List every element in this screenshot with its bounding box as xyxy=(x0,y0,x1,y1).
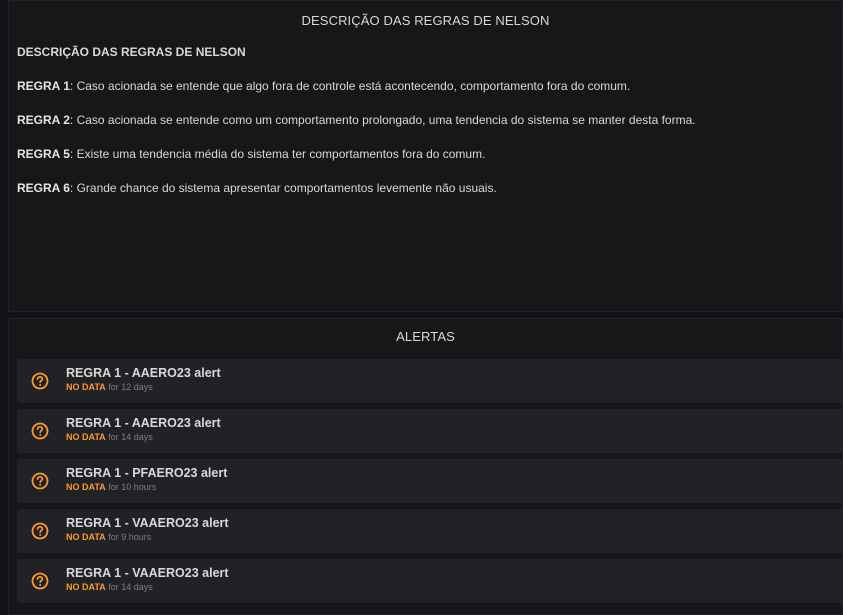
rule-line: REGRA 6: Grande chance do sistema aprese… xyxy=(17,181,842,195)
question-circle-icon xyxy=(31,422,49,440)
alert-item[interactable]: REGRA 1 - VAAERO23 alert NO DATA for 9 h… xyxy=(17,509,843,553)
alert-state: NO DATA for 14 days xyxy=(66,581,229,593)
rule-label: REGRA 5 xyxy=(17,147,70,161)
alert-body: REGRA 1 - AAERO23 alert NO DATA for 14 d… xyxy=(66,415,221,443)
rule-text: : Caso acionada se entende como um compo… xyxy=(69,113,696,127)
alert-name[interactable]: REGRA 1 - VAAERO23 alert xyxy=(66,565,229,581)
alert-state: NO DATA for 12 days xyxy=(66,381,221,393)
alert-list-panel: ALERTAS REGRA 1 - AAERO23 alert NO DATA … xyxy=(8,318,843,615)
alert-state-label: NO DATA xyxy=(66,582,106,592)
alert-name[interactable]: REGRA 1 - PFAERO23 alert xyxy=(66,465,227,481)
alert-body: REGRA 1 - AAERO23 alert NO DATA for 12 d… xyxy=(66,365,221,393)
alert-duration: for 9 hours xyxy=(108,532,152,542)
rule-label: REGRA 6 xyxy=(17,181,70,195)
rule-line: REGRA 5: Existe uma tendencia média do s… xyxy=(17,147,842,161)
alert-body: REGRA 1 - VAAERO23 alert NO DATA for 14 … xyxy=(66,565,229,593)
alert-body: REGRA 1 - PFAERO23 alert NO DATA for 10 … xyxy=(66,465,227,493)
question-circle-icon xyxy=(31,572,49,590)
alert-duration: for 14 days xyxy=(108,582,153,592)
question-circle-icon xyxy=(31,472,49,490)
alert-duration: for 10 hours xyxy=(108,482,157,492)
rule-label: REGRA 1 xyxy=(17,79,70,93)
alert-state-label: NO DATA xyxy=(66,482,106,492)
rule-text: : Caso acionada se entende que algo fora… xyxy=(69,79,631,93)
alert-state: NO DATA for 10 hours xyxy=(66,481,227,493)
alert-item[interactable]: REGRA 1 - PFAERO23 alert NO DATA for 10 … xyxy=(17,459,843,503)
alert-item[interactable]: REGRA 1 - VAAERO23 alert NO DATA for 14 … xyxy=(17,559,843,603)
alert-state-label: NO DATA xyxy=(66,532,106,542)
alert-duration: for 12 days xyxy=(108,382,153,392)
question-circle-icon xyxy=(31,372,49,390)
alert-name[interactable]: REGRA 1 - AAERO23 alert xyxy=(66,365,221,381)
question-circle-icon xyxy=(31,522,49,540)
rule-text: : Grande chance do sistema apresentar co… xyxy=(69,181,497,195)
alert-state-label: NO DATA xyxy=(66,382,106,392)
alert-state: NO DATA for 9 hours xyxy=(66,531,229,543)
alert-state: NO DATA for 14 days xyxy=(66,431,221,443)
alert-state-label: NO DATA xyxy=(66,432,106,442)
nelson-rules-text-panel: DESCRIÇÃO DAS REGRAS DE NELSON DESCRIÇÃO… xyxy=(8,0,843,312)
alert-list: REGRA 1 - AAERO23 alert NO DATA for 12 d… xyxy=(9,355,843,603)
rule-text: : Existe uma tendencia média do sistema … xyxy=(69,147,486,161)
rule-line: REGRA 2: Caso acionada se entende como u… xyxy=(17,113,842,127)
text-heading: DESCRIÇÃO DAS REGRAS DE NELSON xyxy=(17,45,246,59)
text-content: DESCRIÇÃO DAS REGRAS DE NELSON REGRA 1: … xyxy=(9,45,842,195)
rule-label: REGRA 2 xyxy=(17,113,70,127)
panel-title[interactable]: DESCRIÇÃO DAS REGRAS DE NELSON xyxy=(9,1,842,41)
alert-name[interactable]: REGRA 1 - AAERO23 alert xyxy=(66,415,221,431)
alert-item[interactable]: REGRA 1 - AAERO23 alert NO DATA for 12 d… xyxy=(17,359,843,403)
alert-body: REGRA 1 - VAAERO23 alert NO DATA for 9 h… xyxy=(66,515,229,543)
alert-name[interactable]: REGRA 1 - VAAERO23 alert xyxy=(66,515,229,531)
alert-item[interactable]: REGRA 1 - AAERO23 alert NO DATA for 14 d… xyxy=(17,409,843,453)
panel-title[interactable]: ALERTAS xyxy=(9,319,842,355)
alert-duration: for 14 days xyxy=(108,432,153,442)
rule-line: REGRA 1: Caso acionada se entende que al… xyxy=(17,79,842,93)
